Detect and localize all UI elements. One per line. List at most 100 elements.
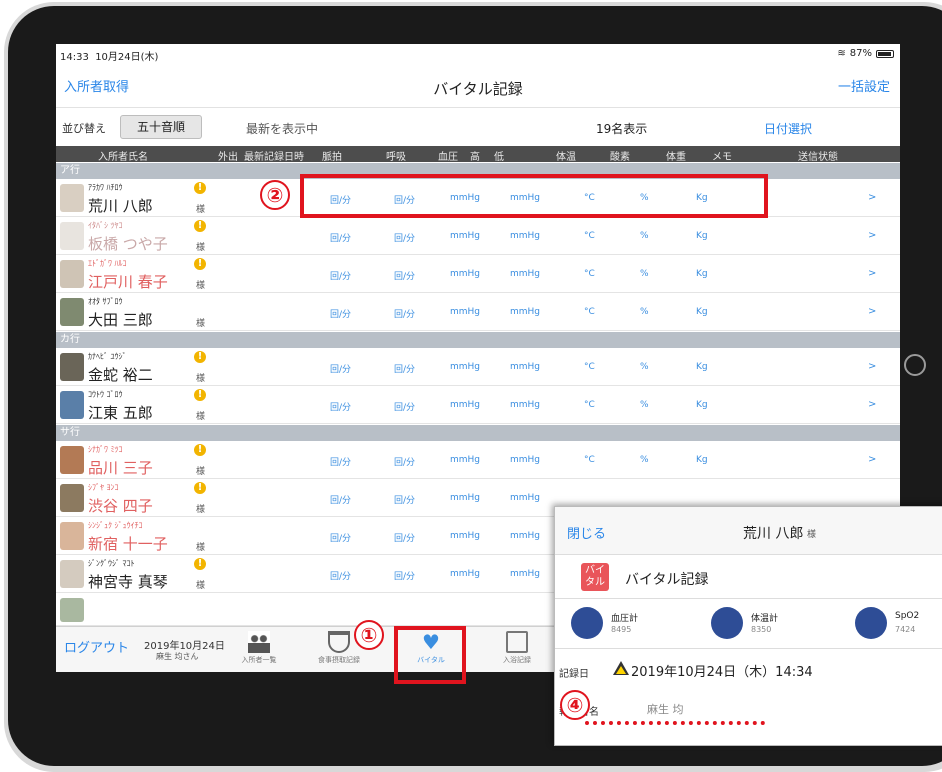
resp-unit[interactable]: 回/分 (394, 531, 415, 544)
chevron-right-icon[interactable]: > (868, 454, 876, 465)
highlight-box-2 (300, 174, 768, 218)
sort-order-button[interactable]: 五十音順 (120, 115, 202, 139)
reporter-name[interactable]: 麻生 均 (647, 701, 684, 717)
col-pulse: 脈拍 (322, 152, 342, 163)
bp-high-unit[interactable]: mmHg (450, 455, 480, 465)
chevron-right-icon[interactable]: > (868, 306, 876, 317)
avatar (60, 222, 84, 250)
vital-header: バイタル バイタル記録 (555, 555, 942, 599)
logout-button[interactable]: ログアウト (64, 637, 129, 656)
chevron-right-icon[interactable]: > (868, 268, 876, 279)
bp-low-unit[interactable]: mmHg (510, 493, 540, 503)
resp-unit[interactable]: 回/分 (394, 231, 415, 244)
bp-low-unit[interactable]: mmHg (510, 269, 540, 279)
bp-low-unit[interactable]: mmHg (510, 362, 540, 372)
tab-bath[interactable]: 入浴記録 (482, 631, 552, 665)
pulse-unit[interactable]: 回/分 (330, 231, 351, 244)
resident-name: 板橋 つや子 (88, 235, 168, 253)
pulse-unit[interactable]: 回/分 (330, 569, 351, 582)
pulse-unit[interactable]: 回/分 (330, 269, 351, 282)
chevron-right-icon[interactable]: > (868, 399, 876, 410)
resident-row[interactable]: ｴﾄﾞｶﾞﾜ ﾊﾙｺ 江戸川 春子 ! 様 回/分 回/分 mmHg mmHg … (56, 256, 900, 293)
bp-high-unit[interactable]: mmHg (450, 400, 480, 410)
bp-high-unit[interactable]: mmHg (450, 231, 480, 241)
bp-low-unit[interactable]: mmHg (510, 531, 540, 541)
honorific: 様 (196, 281, 206, 291)
resident-row[interactable]: ｼﾅｶﾞﾜ ﾐﾂｺ 品川 三子 ! 様 回/分 回/分 mmHg mmHg °C… (56, 442, 900, 479)
close-button[interactable]: 閉じる (567, 523, 606, 542)
weight-unit[interactable]: Kg (696, 231, 708, 241)
oxygen-unit[interactable]: % (640, 455, 649, 465)
pulse-unit[interactable]: 回/分 (330, 455, 351, 468)
resp-unit[interactable]: 回/分 (394, 455, 415, 468)
temp-unit[interactable]: °C (584, 231, 595, 241)
temp-unit[interactable]: °C (584, 269, 595, 279)
resident-kana: ｺｳﾄｳ ｺﾞﾛｳ (88, 390, 123, 399)
resp-unit[interactable]: 回/分 (394, 307, 415, 320)
weight-unit[interactable]: Kg (696, 269, 708, 279)
pulse-unit[interactable]: 回/分 (330, 362, 351, 375)
col-bp: 血圧 (438, 152, 458, 163)
bp-low-unit[interactable]: mmHg (510, 307, 540, 317)
honorific: 様 (196, 374, 206, 384)
col-name: 入所者氏名 (98, 152, 148, 163)
resp-unit[interactable]: 回/分 (394, 362, 415, 375)
bp-high-unit[interactable]: mmHg (450, 493, 480, 503)
avatar (60, 260, 84, 288)
chevron-right-icon[interactable]: > (868, 192, 876, 203)
resident-row[interactable]: ｲﾀﾊﾞｼ ﾂﾔｺ 板橋 つや子 ! 様 回/分 回/分 mmHg mmHg °… (56, 218, 900, 255)
avatar (60, 560, 84, 588)
oxygen-unit[interactable]: % (640, 400, 649, 410)
avatar (60, 522, 84, 550)
resident-row[interactable]: ｶﾅﾍﾋﾞ ﾕｳｼﾞ 金蛇 裕二 ! 様 回/分 回/分 mmHg mmHg °… (56, 349, 900, 386)
oxygen-unit[interactable]: % (640, 307, 649, 317)
weight-unit[interactable]: Kg (696, 455, 708, 465)
home-button[interactable] (904, 354, 926, 376)
bp-low-unit[interactable]: mmHg (510, 569, 540, 579)
temp-unit[interactable]: °C (584, 455, 595, 465)
pulse-unit[interactable]: 回/分 (330, 531, 351, 544)
bp-low-unit[interactable]: mmHg (510, 400, 540, 410)
resident-kana: ｼﾝｼﾞｭｸ ｼﾞｭｳｲﾁｺ (88, 521, 143, 530)
resident-row[interactable]: ｺｳﾄｳ ｺﾞﾛｳ 江東 五郎 ! 様 回/分 回/分 mmHg mmHg °C… (56, 387, 900, 424)
weight-unit[interactable]: Kg (696, 307, 708, 317)
oxygen-unit[interactable]: % (640, 362, 649, 372)
resident-kana: ｼﾞﾝｸﾞｳｼﾞ ﾏｺﾄ (88, 559, 135, 568)
popup-honorific: 様 (807, 530, 817, 540)
weight-unit[interactable]: Kg (696, 362, 708, 372)
resident-name: 渋谷 四子 (88, 497, 153, 515)
resp-unit[interactable]: 回/分 (394, 493, 415, 506)
temp-unit[interactable]: °C (584, 400, 595, 410)
sort-label: 並び替え (62, 122, 106, 135)
pulse-unit[interactable]: 回/分 (330, 307, 351, 320)
oxygen-unit[interactable]: % (640, 269, 649, 279)
bp-high-unit[interactable]: mmHg (450, 569, 480, 579)
device-id: 8350 (751, 625, 772, 634)
nav-bar: 入所者取得 バイタル記録 一括設定 (56, 64, 900, 108)
weight-unit[interactable]: Kg (696, 400, 708, 410)
resp-unit[interactable]: 回/分 (394, 569, 415, 582)
chevron-right-icon[interactable]: > (868, 230, 876, 241)
bulk-settings-button[interactable]: 一括設定 (838, 76, 890, 95)
pulse-unit[interactable]: 回/分 (330, 493, 351, 506)
bp-low-unit[interactable]: mmHg (510, 231, 540, 241)
date-select-button[interactable]: 日付選択 (764, 120, 812, 137)
oxygen-unit[interactable]: % (640, 231, 649, 241)
bp-high-unit[interactable]: mmHg (450, 307, 480, 317)
bp-high-unit[interactable]: mmHg (450, 531, 480, 541)
bp-high-unit[interactable]: mmHg (450, 269, 480, 279)
resident-row[interactable]: ｵｵﾀ ｻﾌﾞﾛｳ 大田 三郎 様 回/分 回/分 mmHg mmHg °C %… (56, 294, 900, 331)
temp-unit[interactable]: °C (584, 307, 595, 317)
chevron-right-icon[interactable]: > (868, 361, 876, 372)
bp-high-unit[interactable]: mmHg (450, 362, 480, 372)
record-date-value[interactable]: 2019年10月24日（木）14:34 (631, 661, 813, 680)
honorific: 様 (196, 505, 206, 515)
resident-name: 金蛇 裕二 (88, 366, 153, 384)
pulse-unit[interactable]: 回/分 (330, 400, 351, 413)
resp-unit[interactable]: 回/分 (394, 400, 415, 413)
temp-unit[interactable]: °C (584, 362, 595, 372)
tab-residents[interactable]: 入所者一覧 (224, 631, 294, 665)
bp-low-unit[interactable]: mmHg (510, 455, 540, 465)
resp-unit[interactable]: 回/分 (394, 269, 415, 282)
col-bp-high: 高 (470, 152, 480, 163)
